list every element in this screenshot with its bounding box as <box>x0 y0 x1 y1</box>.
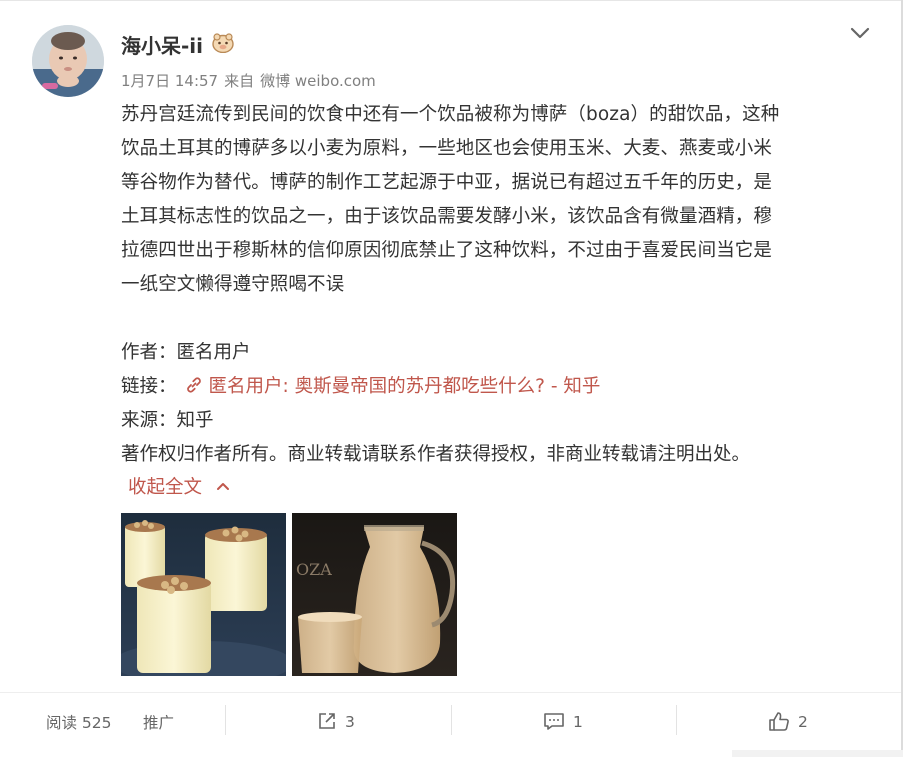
body-line: 饮品土耳其的博萨多以小麦为原料，一些地区也会使用玉米、大麦、燕麦或小米 <box>121 138 773 159</box>
post-body: 苏丹宫廷流传到民间的饮食中还有一个饮品被称为博萨（boza）的甜饮品，这种 饮品… <box>121 98 871 302</box>
post-image-boza-jug[interactable]: OZA <box>292 513 457 676</box>
comment-count: 1 <box>573 713 583 731</box>
thumbs-up-icon <box>769 712 789 731</box>
post-footer: 阅读 525 推广 3 1 2 <box>0 692 901 758</box>
read-count: 阅读 525 <box>46 714 112 732</box>
repost-button[interactable]: 3 <box>317 711 355 731</box>
zhihu-link[interactable]: 匿名用户: 奥斯曼帝国的苏丹都吃些什么? - 知乎 <box>209 376 601 397</box>
post-meta: 1月7日 14:57 来自 微博 weibo.com <box>121 70 382 91</box>
page-bottom-strip <box>732 750 903 757</box>
post-date[interactable]: 1月7日 14:57 <box>121 72 218 90</box>
jug-label-art: OZA <box>296 560 332 579</box>
repost-icon <box>319 713 335 729</box>
like-button[interactable]: 2 <box>768 711 808 731</box>
like-count: 2 <box>798 713 808 731</box>
comment-icon <box>544 713 564 730</box>
post-image-boza-cups[interactable] <box>121 513 286 676</box>
source-line: 来源：知乎 <box>121 410 214 431</box>
body-line: 等谷物作为替代。博萨的制作工艺起源于中亚，据说已有超过五千年的历史，是 <box>121 172 773 193</box>
post-source[interactable]: 微博 weibo.com <box>260 72 376 90</box>
link-label: 链接： <box>121 376 177 397</box>
chevron-down-icon[interactable] <box>849 25 871 41</box>
collapse-label: 收起全文 <box>128 477 203 498</box>
source-prefix: 来自 <box>224 72 255 90</box>
footer-divider <box>676 705 677 735</box>
chevron-up-icon <box>217 483 230 490</box>
copyright-line: 著作权归作者所有。商业转载请联系作者获得授权，非商业转载请注明出处。 <box>121 444 751 465</box>
body-line: 土耳其标志性的饮品之一，由于该饮品需要发酵小米，该饮品含有微量酒精，穆 <box>121 206 773 227</box>
footer-divider <box>451 705 452 735</box>
author-line: 作者：匿名用户 <box>121 342 251 363</box>
comment-button[interactable]: 1 <box>543 711 583 731</box>
body-line: 拉德四世出于穆斯林的信仰原因彻底禁止了这种饮料，不过由于喜爱民间当它是 <box>121 240 773 261</box>
body-line: 一纸空文懒得遵守照喝不误 <box>121 274 345 295</box>
weibo-post-card: 海小呆-ii 1月7日 14:57 来自 微博 weibo.com 苏丹宫廷流传到民… <box>0 0 903 758</box>
fan-badge-icon[interactable] <box>212 33 234 53</box>
collapse-button[interactable]: 收起全文 <box>128 473 230 499</box>
link-icon <box>186 377 201 393</box>
promote-button[interactable]: 推广 <box>143 711 174 733</box>
body-line: 苏丹宫廷流传到民间的饮食中还有一个饮品被称为博萨（boza）的甜饮品，这种 <box>121 104 780 125</box>
avatar[interactable] <box>32 25 104 97</box>
footer-divider <box>225 705 226 735</box>
link-line: 链接： 匿名用户: 奥斯曼帝国的苏丹都吃些什么? - 知乎 <box>121 372 600 398</box>
username[interactable]: 海小呆-ii <box>121 30 203 59</box>
repost-count: 3 <box>345 713 355 731</box>
